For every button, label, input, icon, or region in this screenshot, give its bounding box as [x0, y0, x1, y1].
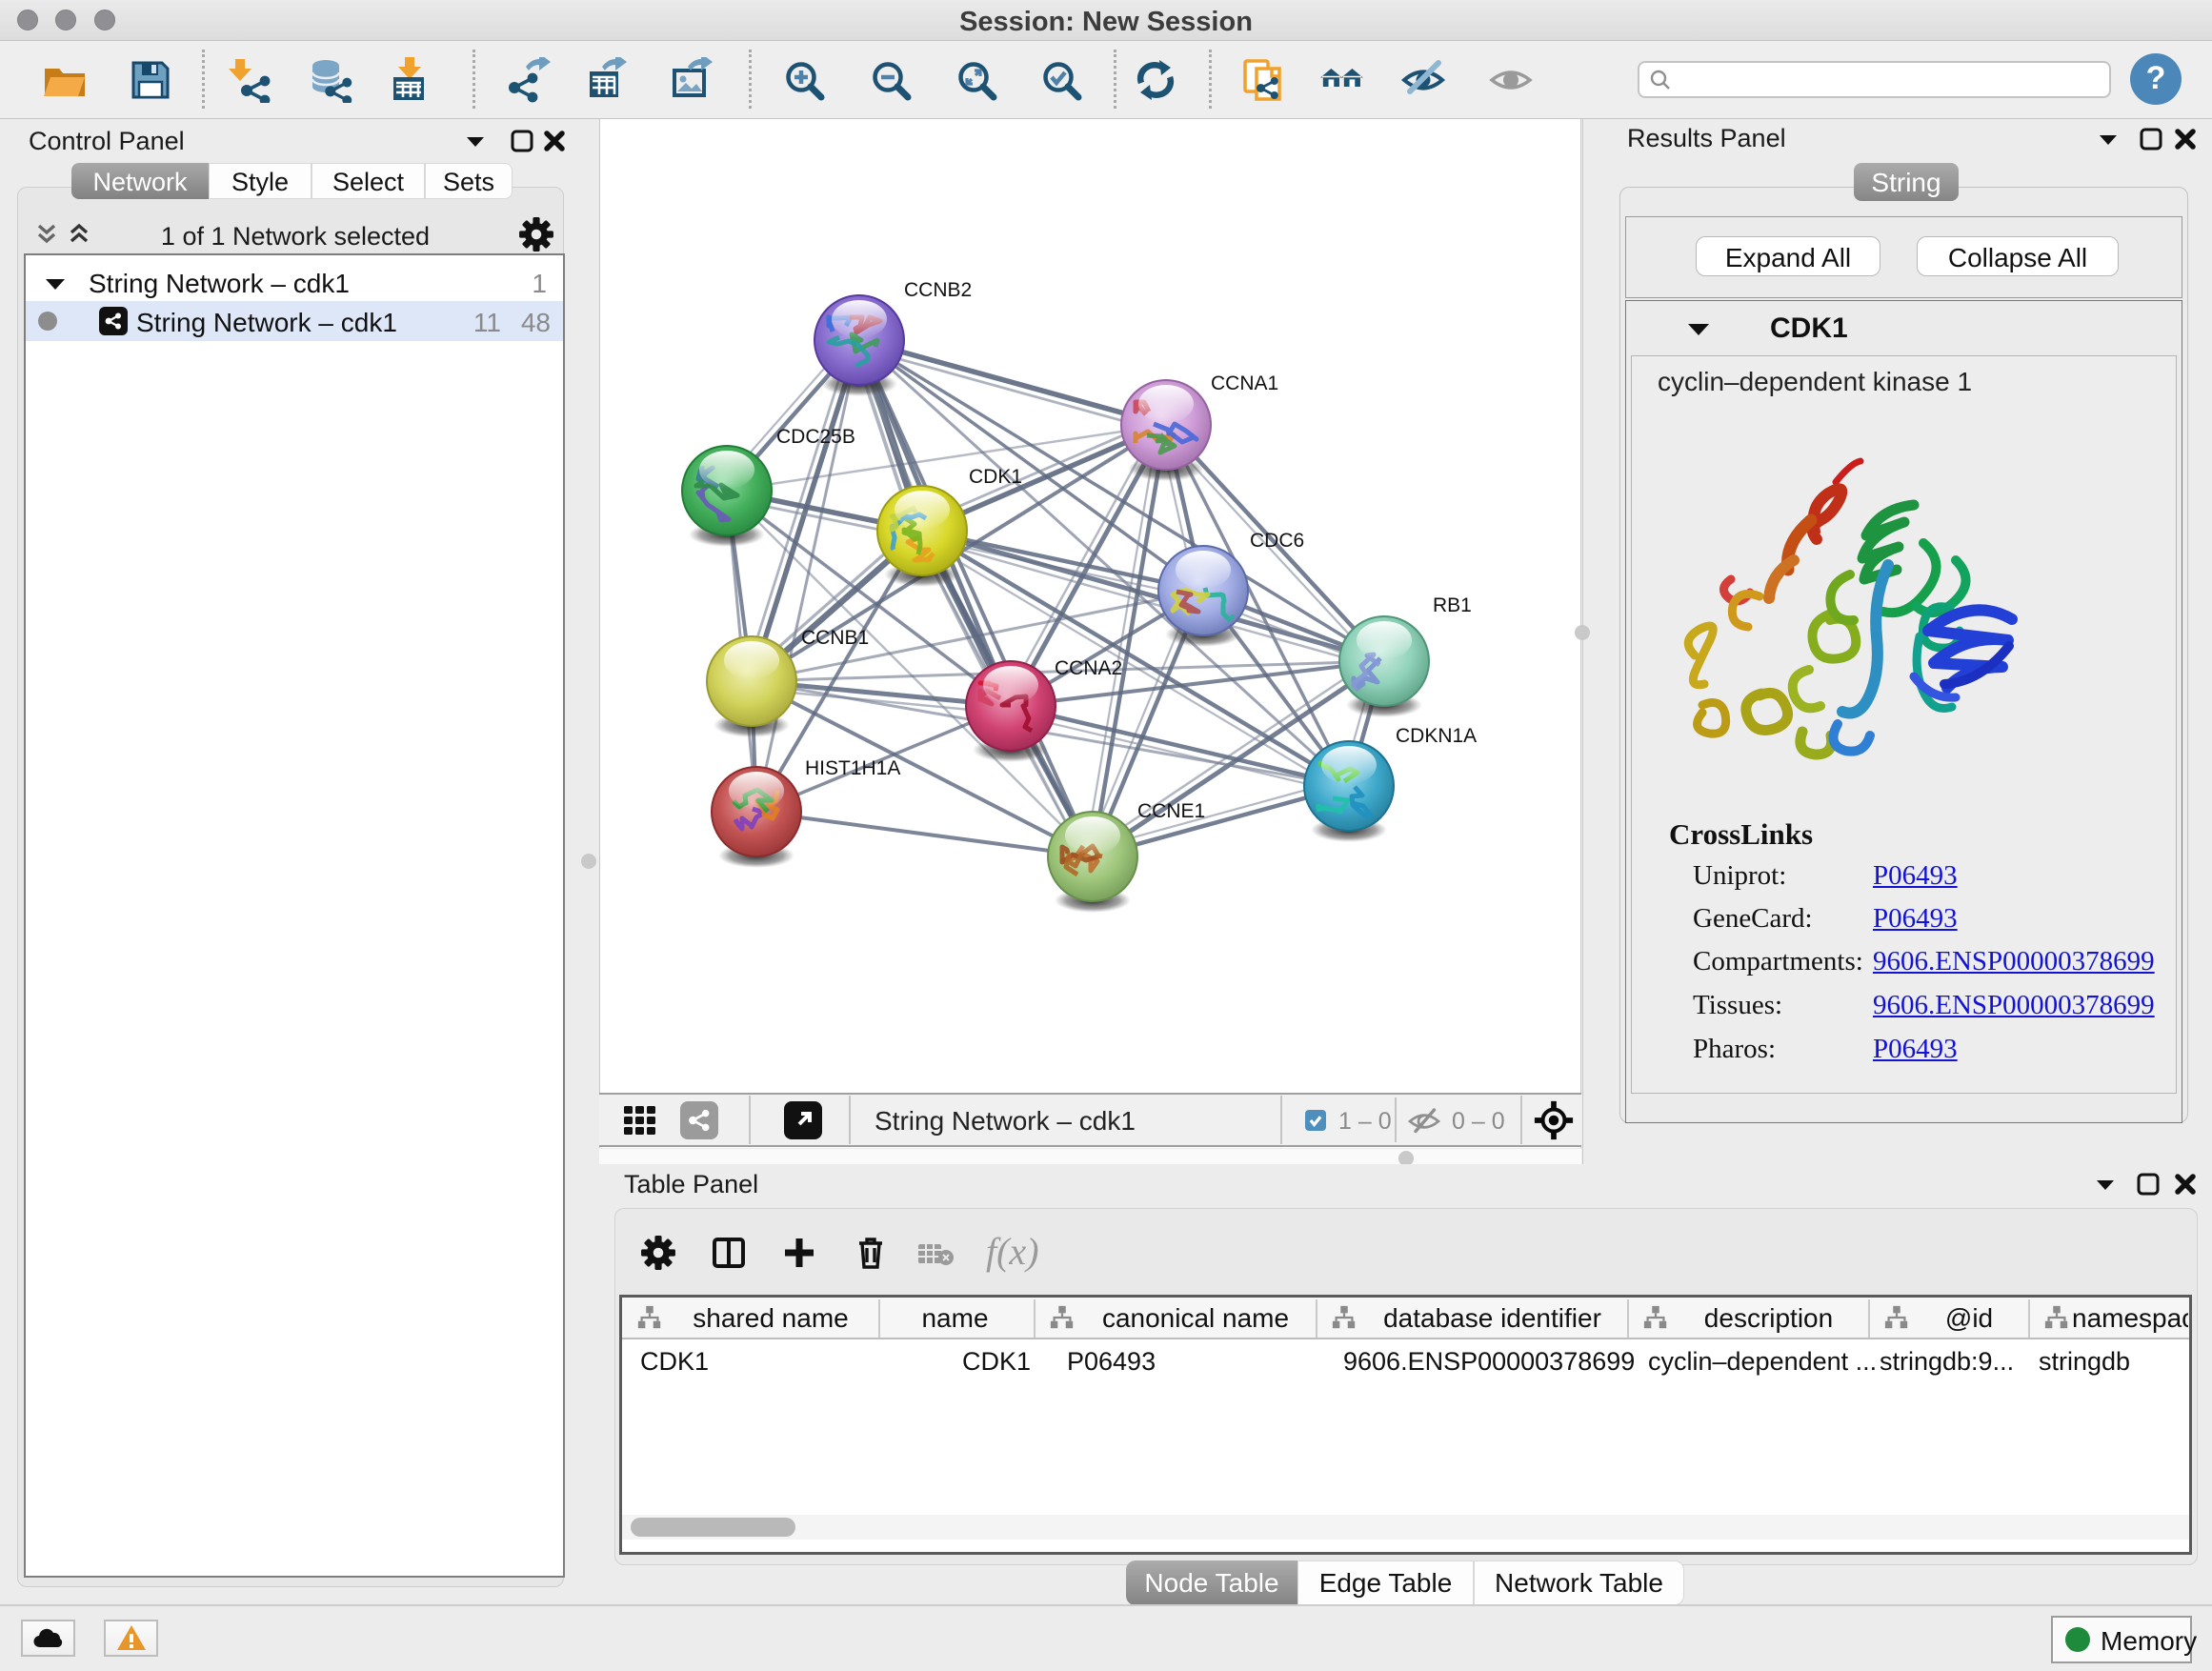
- svg-text:RB1: RB1: [1433, 594, 1472, 616]
- svg-text:CCNA2: CCNA2: [1055, 657, 1122, 679]
- svg-text:HIST1H1A: HIST1H1A: [805, 757, 900, 779]
- svg-text:CDC25B: CDC25B: [776, 426, 855, 448]
- svg-text:CCNB2: CCNB2: [904, 279, 972, 301]
- svg-text:CDK1: CDK1: [969, 466, 1022, 488]
- svg-text:CCNE1: CCNE1: [1137, 800, 1205, 822]
- svg-text:CCNB1: CCNB1: [801, 627, 869, 649]
- svg-text:CCNA1: CCNA1: [1211, 372, 1278, 394]
- svg-text:CDKN1A: CDKN1A: [1396, 725, 1477, 747]
- svg-text:CDC6: CDC6: [1250, 530, 1304, 552]
